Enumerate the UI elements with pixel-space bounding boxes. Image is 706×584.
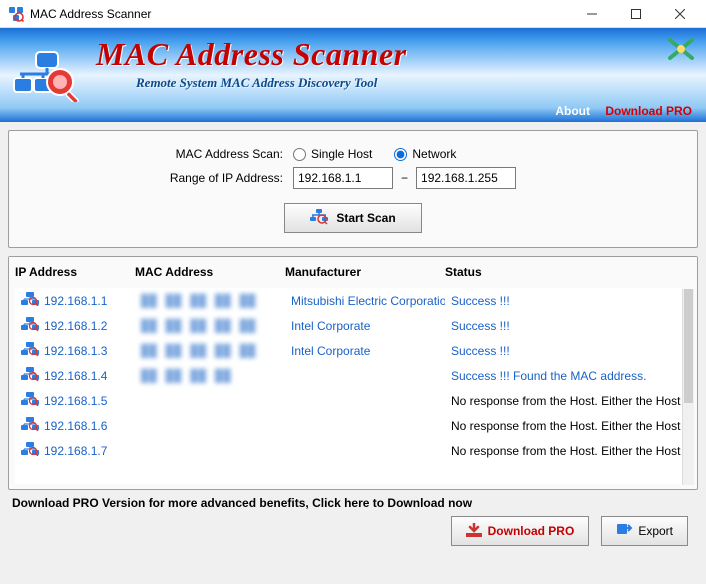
network-radio[interactable]: Network: [394, 147, 456, 161]
ip-range-to-input[interactable]: [416, 167, 516, 189]
about-link[interactable]: About: [555, 104, 590, 118]
mfr-cell: [285, 413, 445, 438]
maximize-button[interactable]: [614, 0, 658, 28]
host-icon: [21, 342, 39, 359]
table-row[interactable]: 192.168.1.3 ██ ██ ██ ██ ██Intel Corporate…: [15, 338, 683, 363]
banner-title: MAC Address Scanner: [96, 36, 694, 73]
mac-cell: ██ ██ ██ ██ ██: [135, 313, 285, 338]
scan-type-group: Single Host Network: [293, 147, 456, 161]
title-bar: MAC Address Scanner: [0, 0, 706, 28]
ip-cell: 192.168.1.6: [21, 417, 129, 434]
mfr-cell: Intel Corporate: [285, 338, 445, 363]
host-icon: [21, 367, 39, 384]
ip-cell: 192.168.1.5: [21, 392, 129, 409]
emblem-icon: [666, 34, 696, 67]
ip-cell: 192.168.1.7: [21, 442, 129, 459]
mfr-cell: [285, 438, 445, 463]
app-icon: [8, 6, 24, 22]
host-icon: [21, 442, 39, 459]
ip-cell: 192.168.1.1: [21, 292, 129, 309]
range-separator: −: [401, 171, 408, 185]
col-mac-header[interactable]: MAC Address: [129, 257, 279, 288]
minimize-button[interactable]: [570, 0, 614, 28]
table-row[interactable]: 192.168.1.4 ██ ██ ██ ██ Success !!! Found …: [15, 363, 683, 388]
table-row[interactable]: 192.168.1.6 No response from the Host. Ei…: [15, 413, 683, 438]
download-pro-button[interactable]: Download PRO: [451, 516, 590, 546]
promo-text[interactable]: Download PRO Version for more advanced b…: [12, 496, 694, 510]
app-logo: [12, 50, 82, 102]
top-nav: About Download PRO: [543, 104, 692, 118]
col-mfr-header[interactable]: Manufacturer: [279, 257, 439, 288]
table-row[interactable]: 192.168.1.2 ██ ██ ██ ██ ██Intel Corporate…: [15, 313, 683, 338]
mfr-cell: [285, 363, 445, 388]
status-cell: Success !!! Found the MAC address.: [445, 363, 683, 388]
header-banner: MAC Address Scanner Remote System MAC Ad…: [0, 28, 706, 122]
status-cell: No response from the Host. Either the Ho…: [445, 438, 683, 463]
export-button[interactable]: Export: [601, 516, 688, 546]
scan-type-label: MAC Address Scan:: [23, 147, 293, 161]
start-scan-button[interactable]: Start Scan: [284, 203, 422, 233]
table-row[interactable]: 192.168.1.7 No response from the Host. Ei…: [15, 438, 683, 463]
ip-cell: 192.168.1.2: [21, 317, 129, 334]
mfr-cell: [285, 388, 445, 413]
host-icon: [21, 417, 39, 434]
ip-range-from-input[interactable]: [293, 167, 393, 189]
results-body: 192.168.1.1 ██ ██ ██ ██ ██Mitsubishi Elec…: [15, 288, 683, 484]
export-icon: [616, 523, 632, 540]
mac-cell: [135, 438, 285, 463]
mfr-cell: Mitsubishi Electric Corporation: [285, 288, 445, 313]
banner-subtitle: Remote System MAC Address Discovery Tool: [136, 75, 694, 91]
mac-cell: [135, 413, 285, 438]
status-cell: No response from the Host. Either the Ho…: [445, 413, 683, 438]
results-scrollbar[interactable]: [682, 289, 694, 485]
host-icon: [21, 292, 39, 309]
ip-range-label: Range of IP Address:: [23, 171, 293, 185]
host-icon: [21, 317, 39, 334]
results-header: IP Address MAC Address Manufacturer Stat…: [9, 257, 697, 288]
col-ip-header[interactable]: IP Address: [9, 257, 129, 288]
mac-cell: ██ ██ ██ ██ ██: [135, 338, 285, 363]
single-host-radio[interactable]: Single Host: [293, 147, 372, 161]
col-status-header[interactable]: Status: [439, 257, 697, 288]
mac-cell: [135, 388, 285, 413]
window-title: MAC Address Scanner: [30, 7, 570, 21]
status-cell: Success !!!: [445, 288, 683, 313]
status-cell: Success !!!: [445, 313, 683, 338]
results-panel: IP Address MAC Address Manufacturer Stat…: [8, 256, 698, 490]
scrollbar-thumb[interactable]: [684, 289, 693, 403]
table-row[interactable]: 192.168.1.1 ██ ██ ██ ██ ██Mitsubishi Elec…: [15, 288, 683, 313]
host-icon: [21, 392, 39, 409]
mfr-cell: Intel Corporate: [285, 313, 445, 338]
mac-cell: ██ ██ ██ ██: [135, 363, 285, 388]
close-button[interactable]: [658, 0, 702, 28]
table-row[interactable]: 192.168.1.5 No response from the Host. Ei…: [15, 388, 683, 413]
status-cell: Success !!!: [445, 338, 683, 363]
ip-cell: 192.168.1.3: [21, 342, 129, 359]
scan-icon: [310, 209, 328, 228]
ip-cell: 192.168.1.4: [21, 367, 129, 384]
mac-cell: ██ ██ ██ ██ ██: [135, 288, 285, 313]
footer-buttons: Download PRO Export: [8, 510, 698, 546]
status-cell: No response from the Host. Either the Ho…: [445, 388, 683, 413]
download-pro-link[interactable]: Download PRO: [605, 104, 692, 118]
scan-config-panel: MAC Address Scan: Single Host Network Ra…: [8, 130, 698, 248]
download-icon: [466, 523, 482, 540]
